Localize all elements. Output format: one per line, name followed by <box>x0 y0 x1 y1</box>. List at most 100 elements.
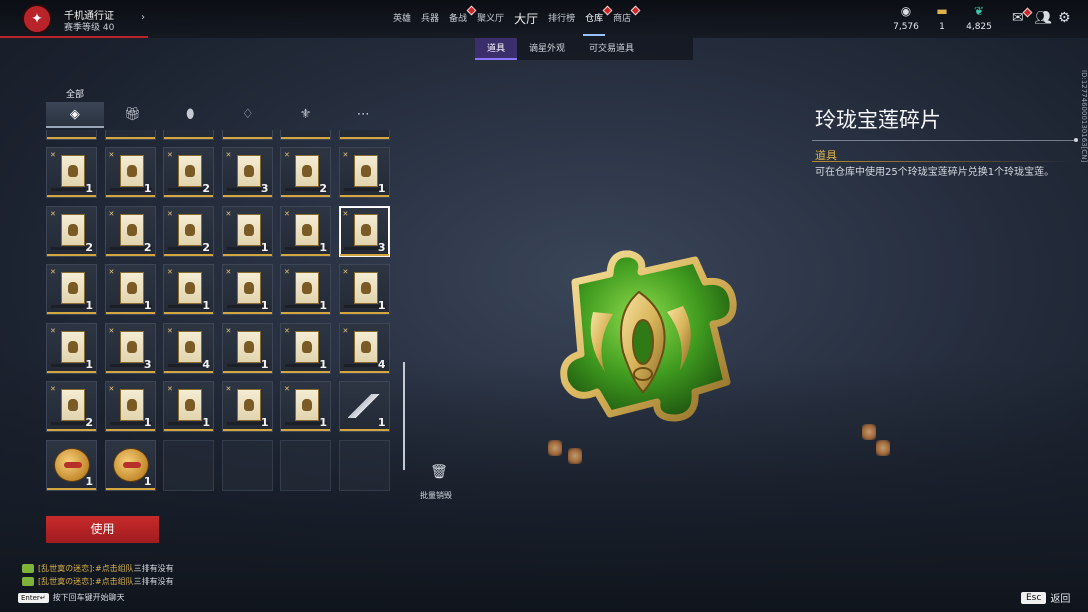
currency-gems[interactable]: ❦ 4,825 <box>959 4 999 32</box>
nav-item[interactable]: 商店 <box>611 0 641 38</box>
currency-value: 7,576 <box>893 22 919 32</box>
inventory-slot[interactable]: 1 <box>338 381 390 432</box>
scroll-card-icon <box>353 155 378 187</box>
currency-tickets[interactable]: ▬ 1 <box>922 4 962 32</box>
inventory-slot[interactable]: 1 <box>104 439 156 491</box>
inventory-slot[interactable] <box>280 130 331 140</box>
inventory-slot[interactable] <box>338 130 390 140</box>
flame-icon[interactable]: ♢ <box>219 102 277 128</box>
rarity-corner-icon: ✕ <box>225 209 232 218</box>
gear-icon[interactable]: ⚙ <box>1058 10 1071 26</box>
inventory-slot[interactable]: ✕ 2 <box>104 205 156 257</box>
inventory-slot[interactable]: ✕ 2 <box>163 205 214 257</box>
inventory-slot[interactable]: ✕ 1 <box>280 264 331 315</box>
rarity-corner-icon: ✕ <box>50 268 56 276</box>
nav-item[interactable]: 大厅 <box>512 0 540 38</box>
tab-tradable-items[interactable]: 可交易道具 <box>577 38 646 60</box>
inventory-slot[interactable]: ✕ 4 <box>163 322 214 374</box>
inventory-slot[interactable] <box>163 130 214 140</box>
inventory-slot[interactable]: ✕ 1 <box>221 322 273 374</box>
divider-dot <box>1074 138 1078 142</box>
chat-input-hint[interactable]: Enter↵ 按下回车键开始聊天 <box>18 592 125 603</box>
inventory-slot[interactable]: ✕ 1 <box>221 205 273 257</box>
inventory-slot[interactable]: ✕ 2 <box>46 381 97 432</box>
inventory-slot[interactable]: ✕ 2 <box>46 205 97 257</box>
inventory-slot[interactable]: ✕ 1 <box>221 381 273 432</box>
chevron-right-icon[interactable]: › <box>141 12 145 23</box>
nav-item[interactable]: 排行榜 <box>546 0 577 38</box>
inventory-slot[interactable]: ✕ 1 <box>104 381 156 432</box>
inventory-scrollbar[interactable] <box>403 362 405 470</box>
inventory-slot[interactable] <box>221 130 273 140</box>
notification-dot <box>630 5 641 16</box>
inventory-slot[interactable]: ✕ 3 <box>221 147 273 198</box>
rarity-bar <box>281 429 330 431</box>
inventory-slot[interactable]: ✕ 1 <box>46 264 97 315</box>
chat-line[interactable]: [乱世寞の迷恋] :#点击组队 三排有没有 <box>22 576 174 587</box>
item-title: 玲珑宝莲碎片 <box>815 108 941 132</box>
inventory-slot[interactable]: ✕ 1 <box>104 147 156 198</box>
inventory-slot[interactable]: ✕ 1 <box>163 381 214 432</box>
inventory-slot[interactable]: ✕ 1 <box>280 381 331 432</box>
rarity-bar <box>222 137 272 139</box>
scroll-card-icon <box>295 272 319 304</box>
scroll-card-icon <box>61 213 85 246</box>
rarity-corner-icon: ✕ <box>108 151 115 159</box>
item-quantity: 2 <box>143 240 152 254</box>
inventory-slot[interactable]: 1 <box>46 439 97 491</box>
use-button[interactable]: 使用 <box>46 516 159 543</box>
inventory-slot[interactable]: ✕ 1 <box>104 264 156 315</box>
nav-item[interactable]: 仓库 <box>583 0 613 38</box>
nav-item[interactable]: 兵器 <box>419 0 441 38</box>
inventory-slot[interactable]: ✕ 1 <box>221 264 273 315</box>
season-level: 赛季等级 40 <box>64 23 115 33</box>
rarity-bar <box>222 429 272 431</box>
inventory-slot[interactable]: ✕ 1 <box>46 322 97 374</box>
inventory-slot[interactable]: ✕ 1 <box>338 264 390 315</box>
batch-destroy-label[interactable]: 批量销毁 <box>420 490 452 501</box>
type-divider <box>812 161 1074 162</box>
chat-line[interactable]: [乱世寞の迷恋] :#点击组队 三排有没有 <box>22 563 174 574</box>
rarity-corner-icon: ✕ <box>108 268 115 276</box>
emblem-icon[interactable]: ⚜ <box>277 102 335 128</box>
item-quantity: 1 <box>260 357 269 371</box>
nav-item-label: 聚义厅 <box>477 14 505 24</box>
inventory-slot[interactable]: ✕ 1 <box>163 264 214 315</box>
rarity-bar <box>47 312 96 314</box>
friends-icon[interactable]: 👥︎ <box>1034 10 1052 26</box>
team-link[interactable]: :#点击组队 <box>92 563 133 574</box>
back-control[interactable]: Esc 返回 <box>1021 590 1070 605</box>
inventory-slot[interactable]: ✕ 1 <box>46 147 97 198</box>
tab-items[interactable]: 道具 <box>475 38 518 60</box>
inventory-slot[interactable]: ✕ 2 <box>163 147 214 198</box>
nav-item[interactable]: 备战 <box>447 0 477 38</box>
trash-icon[interactable]: 🗑︎ <box>427 464 451 480</box>
inventory-slot[interactable]: ✕ 1 <box>338 147 390 198</box>
inventory-slot[interactable]: ✕ 2 <box>280 147 331 198</box>
nav-item[interactable]: 聚义厅 <box>475 0 506 38</box>
game-logo-icon[interactable]: ✦ <box>22 4 52 34</box>
rarity-corner-icon: ✕ <box>284 326 290 335</box>
item-quantity: 1 <box>319 357 327 371</box>
gift-icon[interactable]: 🎁︎ <box>104 102 162 128</box>
inventory-slot[interactable] <box>104 130 156 140</box>
inventory-slot[interactable]: ✕ 3 <box>338 205 390 257</box>
medal-icon[interactable]: ⬮ <box>161 102 219 128</box>
tab-appearance[interactable]: 谪星外观 <box>517 38 577 60</box>
rarity-bar <box>339 137 389 139</box>
more-icon[interactable]: ⋯ <box>334 102 392 128</box>
inventory-slot[interactable] <box>46 130 97 140</box>
inventory-slot[interactable]: ✕ 4 <box>338 322 390 374</box>
inventory-slot[interactable]: ✕ 3 <box>104 322 156 374</box>
inventory-slot[interactable]: ✕ 1 <box>280 322 331 374</box>
currency-mask-coins[interactable]: ◉ 7,576 <box>886 4 926 32</box>
layers-icon[interactable]: ◈ <box>46 102 104 128</box>
category-tabs: ◈ 🎁︎ ⬮ ♢ ⚜ ⋯ <box>46 102 392 128</box>
scroll-card-icon <box>295 330 319 363</box>
nav-item[interactable]: 英雄 <box>391 0 413 38</box>
nav-item-label: 商店 <box>613 14 632 24</box>
inventory-slot[interactable]: ✕ 1 <box>280 205 331 257</box>
scroll-card-icon <box>236 272 261 304</box>
scroll-card-icon <box>353 330 378 363</box>
team-link[interactable]: :#点击组队 <box>92 576 133 587</box>
